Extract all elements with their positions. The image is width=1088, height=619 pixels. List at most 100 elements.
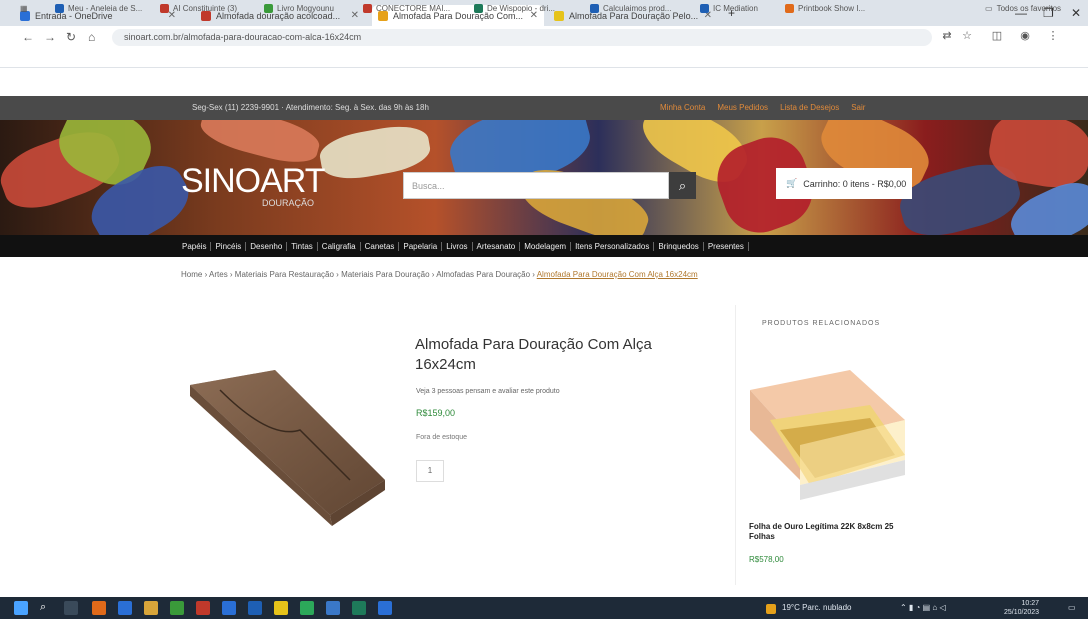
nav-item[interactable]: Artesanato bbox=[473, 241, 521, 251]
app-icon[interactable] bbox=[170, 601, 184, 615]
task-view-icon[interactable] bbox=[64, 601, 78, 615]
clock[interactable]: 10:27 25/10/2023 bbox=[1004, 599, 1039, 617]
app-icon[interactable] bbox=[326, 601, 340, 615]
breadcrumb-item[interactable]: Home bbox=[181, 270, 202, 279]
bookmark-label: Livro Mogyounu bbox=[277, 4, 334, 13]
bookmark-label: IC Mediation bbox=[713, 4, 758, 13]
bookmark-favicon-icon bbox=[700, 4, 709, 13]
nav-item[interactable]: Brinquedos bbox=[654, 241, 704, 251]
excel-icon[interactable] bbox=[352, 601, 366, 615]
breadcrumb-item[interactable]: Almofadas Para Douração bbox=[436, 270, 530, 279]
bookmark-favicon-icon bbox=[55, 4, 64, 13]
nav-item[interactable]: Pincéis bbox=[211, 241, 247, 251]
nav-item[interactable]: Tintas bbox=[287, 241, 318, 251]
bookmark-star-icon[interactable]: ☆ bbox=[960, 29, 974, 43]
app-icon[interactable] bbox=[118, 601, 132, 615]
translate-icon[interactable]: ⇄ bbox=[940, 29, 954, 43]
site-logo[interactable]: SINOART bbox=[181, 162, 326, 201]
windows-start-icon[interactable] bbox=[14, 601, 28, 615]
breadcrumb-item[interactable]: Materiais Para Douração bbox=[341, 270, 429, 279]
profile-icon[interactable]: ◉ bbox=[1018, 29, 1032, 43]
bookmark-item[interactable]: AI Constituinte (3) bbox=[160, 4, 237, 13]
logout-link[interactable]: Sair bbox=[851, 103, 865, 112]
notifications-icon[interactable]: ▭ bbox=[1068, 603, 1076, 612]
apps-icon[interactable]: ▦ bbox=[20, 4, 28, 13]
bookmark-label: AI Constituinte (3) bbox=[173, 4, 238, 13]
breadcrumb-item[interactable]: Artes bbox=[209, 270, 228, 279]
product-price: R$159,00 bbox=[416, 408, 456, 418]
chrome-icon[interactable] bbox=[274, 601, 288, 615]
bookmark-item[interactable]: Livro Mogyounu bbox=[264, 4, 334, 13]
wishlist-link[interactable]: Lista de Desejos bbox=[780, 103, 839, 112]
breadcrumb-item[interactable]: Materiais Para Restauração bbox=[235, 270, 334, 279]
bookmark-label: Printbook Show I... bbox=[798, 4, 866, 13]
nav-item[interactable]: Presentes bbox=[704, 241, 749, 251]
nav-item[interactable]: Modelagem bbox=[520, 241, 572, 251]
bookmark-label: CONECTORE MAI... bbox=[376, 4, 451, 13]
nav-item[interactable]: Papelaria bbox=[399, 241, 443, 251]
app-icon[interactable] bbox=[196, 601, 210, 615]
bookmark-favicon-icon bbox=[785, 4, 794, 13]
related-product-price: R$578,00 bbox=[749, 555, 784, 564]
my-orders-link[interactable]: Meus Pedidos bbox=[717, 103, 768, 112]
related-heading: PRODUTOS RELACIONADOS bbox=[762, 320, 881, 327]
logo-subtitle: DOURAÇÃO bbox=[262, 198, 315, 208]
nav-item[interactable]: Desenho bbox=[246, 241, 288, 251]
cart-label: Carrinho: 0 itens - R$0,00 bbox=[803, 178, 907, 189]
reload-icon[interactable]: ↻ bbox=[66, 30, 76, 44]
related-product-name[interactable]: Folha de Ouro Legítima 22K 8x8cm 25 Folh… bbox=[749, 522, 899, 542]
bookmark-favicon-icon bbox=[264, 4, 273, 13]
site-favicon-icon bbox=[554, 10, 564, 21]
extensions-icon[interactable]: ◫ bbox=[990, 29, 1004, 43]
bookmark-item[interactable]: CONECTORE MAI... bbox=[363, 4, 450, 13]
related-product-image[interactable] bbox=[740, 360, 910, 510]
nav-item[interactable]: Caligrafia bbox=[318, 241, 361, 251]
bookmark-item[interactable]: De Wispopio - dri... bbox=[474, 4, 555, 13]
bookmark-item[interactable]: Calculaimos prod... bbox=[590, 4, 671, 13]
folder-icon: ▭ bbox=[985, 4, 993, 13]
bookmark-item[interactable]: Printbook Show I... bbox=[785, 4, 865, 13]
site-search-input[interactable]: Busca... bbox=[403, 172, 669, 199]
search-icon[interactable]: ⌕ bbox=[40, 601, 54, 615]
bookmark-label: De Wispopio - dri... bbox=[487, 4, 556, 13]
cart-icon: 🛒 bbox=[786, 178, 798, 188]
nav-item[interactable]: Papéis bbox=[178, 241, 212, 251]
account-links: Minha Conta Meus Pedidos Lista de Desejo… bbox=[660, 103, 865, 112]
close-window-icon[interactable]: ✕ bbox=[1071, 6, 1081, 20]
search-icon[interactable]: ⌕ bbox=[669, 172, 696, 199]
my-account-link[interactable]: Minha Conta bbox=[660, 103, 705, 112]
cart-button[interactable]: 🛒 Carrinho: 0 itens - R$0,00 bbox=[776, 168, 912, 199]
bookmark-item[interactable]: IC Mediation bbox=[700, 4, 758, 13]
bookmark-favicon-icon bbox=[474, 4, 483, 13]
nav-item[interactable]: Canetas bbox=[361, 241, 400, 251]
bookmark-label: Calculaimos prod... bbox=[603, 4, 672, 13]
chrome-menu-icon[interactable]: ⋮ bbox=[1046, 29, 1060, 43]
forward-icon[interactable]: → bbox=[44, 30, 56, 44]
home-icon[interactable]: ⌂ bbox=[88, 30, 95, 44]
nav-item[interactable]: Livros bbox=[442, 241, 473, 251]
main-nav: Papéis Pincéis Desenho Tintas Caligrafia… bbox=[178, 235, 878, 257]
close-tab-icon[interactable]: ✕ bbox=[351, 10, 359, 21]
whatsapp-icon[interactable] bbox=[300, 601, 314, 615]
clock-time: 10:27 bbox=[1021, 600, 1040, 607]
bookmark-item[interactable]: Meu - Aneleia de S... bbox=[55, 4, 142, 13]
product-image[interactable] bbox=[180, 330, 400, 570]
word-icon[interactable] bbox=[248, 601, 262, 615]
product-rating-note[interactable]: Veja 3 pessoas pensam e avaliar este pro… bbox=[416, 388, 560, 395]
system-tray-icons[interactable]: ⌃ ▮ ◔ ▤ ⌂ ◁ bbox=[900, 603, 946, 612]
back-icon[interactable]: ← bbox=[22, 30, 34, 44]
stock-status: Fora de estoque bbox=[416, 434, 467, 441]
all-bookmarks-folder[interactable]: ▭ Todos os favoritos bbox=[985, 4, 1061, 13]
file-explorer-icon[interactable] bbox=[144, 601, 158, 615]
nav-item[interactable]: Itens Personalizados bbox=[571, 241, 655, 251]
url-input[interactable]: sinoart.com.br/almofada-para-douracao-co… bbox=[112, 29, 932, 46]
clock-date: 25/10/2023 bbox=[1004, 609, 1040, 616]
app-icon[interactable] bbox=[222, 601, 236, 615]
outlook-icon[interactable] bbox=[378, 601, 392, 615]
weather-text[interactable]: 19°C Parc. nublado bbox=[782, 603, 851, 612]
weather-icon[interactable] bbox=[766, 604, 776, 614]
bookmark-favicon-icon bbox=[590, 4, 599, 13]
quantity-input[interactable]: 1 bbox=[416, 460, 444, 482]
bookmark-label: Meu - Aneleia de S... bbox=[68, 4, 143, 13]
firefox-icon[interactable] bbox=[92, 601, 106, 615]
